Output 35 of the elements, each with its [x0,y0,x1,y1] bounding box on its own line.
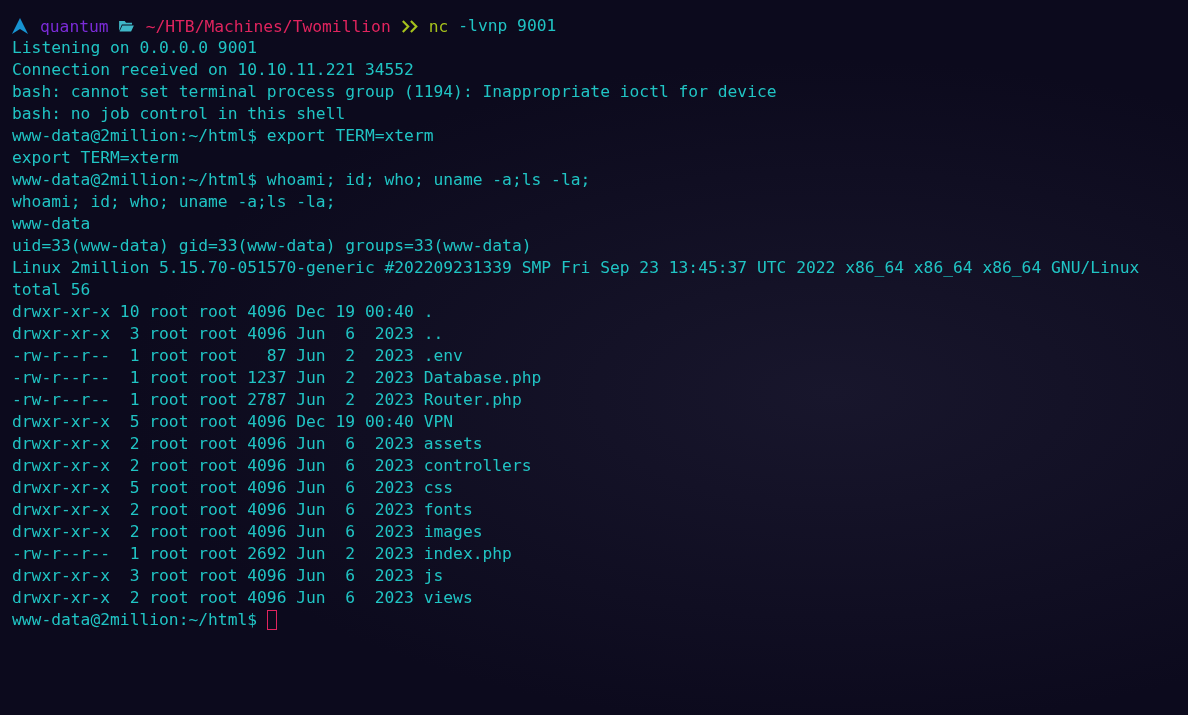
double-chevron-icon [400,19,419,33]
terminal-line: drwxr-xr-x 3 root root 4096 Jun 6 2023 js [12,565,445,587]
terminal-line: Connection received on 10.10.11.221 34552 [12,59,415,81]
text-cursor [267,610,278,630]
prompt-user: quantum [40,16,109,36]
terminal-line: drwxr-xr-x 2 root root 4096 Jun 6 2023 images [12,521,484,543]
terminal-line: drwxr-xr-x 2 root root 4096 Jun 6 2023 assets [12,433,484,455]
terminal-line: -rw-r--r-- 1 root root 2692 Jun 2 2023 index.php [12,543,513,565]
command-name: nc [428,16,449,36]
terminal-line: drwxr-xr-x 2 root root 4096 Jun 6 2023 views [12,587,474,609]
terminal-line: www-data@2million:~/html$ [12,609,258,631]
prompt-path: ~/HTB/Machines/Twomillion [145,16,391,36]
terminal-line: drwxr-xr-x 10 root root 4096 Dec 19 00:40 . [12,301,435,323]
terminal-line: Listening on 0.0.0.0 9001 [12,37,259,59]
terminal-line: drwxr-xr-x 2 root root 4096 Jun 6 2023 fonts [12,499,474,521]
terminal-line: drwxr-xr-x 2 root root 4096 Jun 6 2023 controllers [12,455,533,477]
arrow-logo-icon [12,18,28,34]
terminal-line: uid=33(www-data) gid=33(www-data) groups=33(www-data) [12,235,533,257]
terminal-line: bash: cannot set terminal process group (1194): Inappropriate ioctl for device [12,81,778,103]
command-arguments: -lvnp 9001 [458,15,557,37]
terminal-line: www-data@2million:~/html$ whoami; id; who; uname -a;ls -la; [12,169,592,191]
terminal-line: -rw-r--r-- 1 root root 2787 Jun 2 2023 Router.php [12,389,523,411]
terminal-line: -rw-r--r-- 1 root root 1237 Jun 2 2023 Database.php [12,367,543,389]
terminal-line: bash: no job control in this shell [12,103,347,125]
terminal-line: whoami; id; who; uname -a;ls -la; [12,191,337,213]
terminal-line: Linux 2million 5.15.70-051570-generic #202209231339 SMP Fri Sep 23 13:45:37 UTC 2022 x86_64 x86_64 x86_64 GNU/Linux [12,257,1141,279]
folder-icon [118,20,134,32]
terminal-line: drwxr-xr-x 3 root root 4096 Jun 6 2023 .. [12,323,445,345]
terminal-line: total 56 [12,279,92,301]
terminal-line: drwxr-xr-x 5 root root 4096 Jun 6 2023 css [12,477,455,499]
terminal-line: drwxr-xr-x 5 root root 4096 Dec 19 00:40 VPN [12,411,455,433]
terminal-line: -rw-r--r-- 1 root root 87 Jun 2 2023 .env [12,345,464,367]
terminal-line: www-data@2million:~/html$ export TERM=xterm [12,125,435,147]
terminal-line: export TERM=xterm [12,147,180,169]
terminal-line: www-data [12,213,92,235]
